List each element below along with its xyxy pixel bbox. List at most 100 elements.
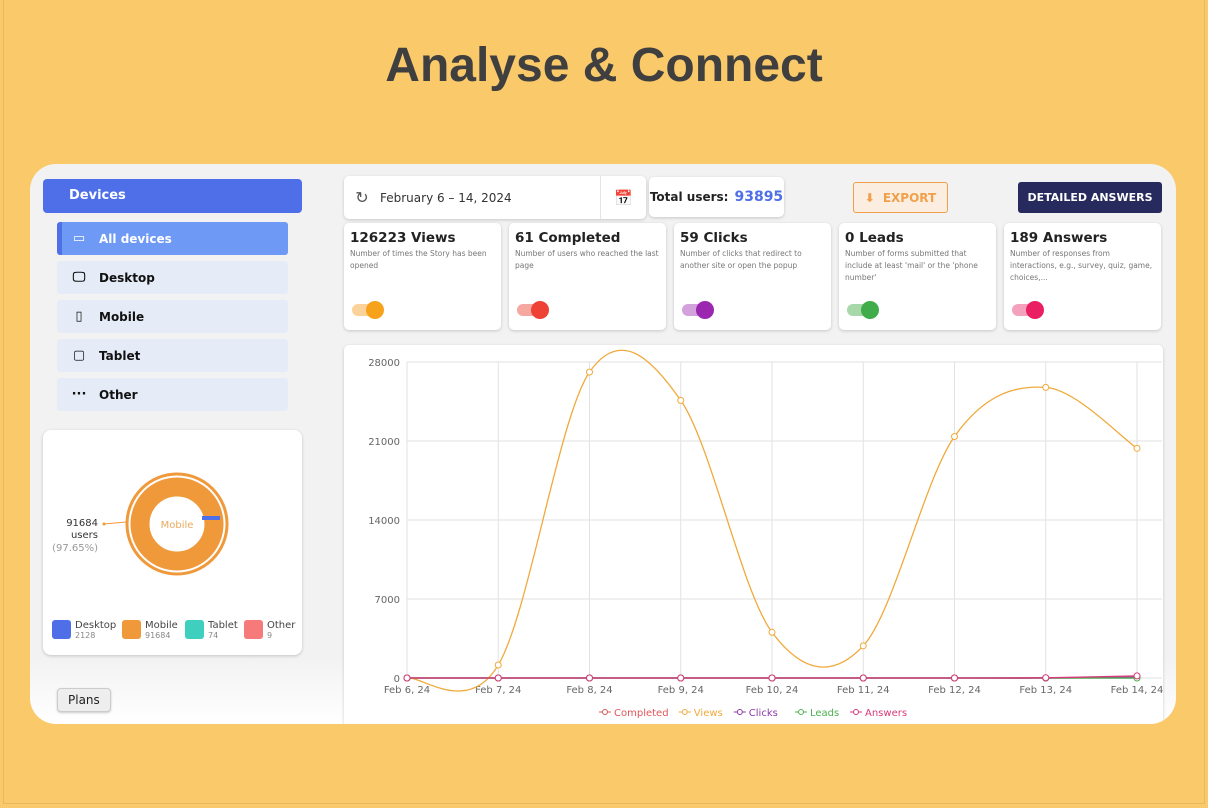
- more-icon: ···: [71, 387, 87, 402]
- device-donut-card: Mobile 91684 users (97.65%) Desktop 2128 …: [43, 430, 302, 655]
- legend-answers: Answers: [865, 708, 907, 719]
- data-point-views: [586, 368, 593, 376]
- legend-leads: Leads: [810, 708, 839, 719]
- metric-card: 126223 Views Number of times the Story ha…: [344, 223, 501, 330]
- data-point-views: [494, 661, 502, 669]
- data-point-answers: [586, 674, 593, 682]
- data-point-views: [768, 628, 776, 636]
- total-users-value: 93895: [734, 189, 784, 205]
- metric-description: Number of clicks that redirect to anothe…: [680, 249, 802, 270]
- metric-card: 0 Leads Number of forms submitted that in…: [839, 223, 996, 330]
- donut-chart: Mobile 91684 users (97.65%): [52, 472, 229, 576]
- legend-tablet[interactable]: Tablet 74: [185, 620, 238, 640]
- legend-swatch: [185, 620, 204, 639]
- legend-swatch: [122, 620, 141, 639]
- donut-slice-desktop[interactable]: [202, 516, 220, 520]
- devices-header: Devices: [43, 179, 302, 213]
- sidebar-item-other[interactable]: ··· Other: [57, 378, 288, 411]
- metric-title: 59 Clicks: [680, 230, 748, 246]
- y-tick-label: 21000: [368, 437, 400, 448]
- toggle-knob: [1026, 301, 1044, 319]
- metric-title: 189 Answers: [1010, 230, 1108, 246]
- download-icon: ⬇: [864, 190, 875, 205]
- metric-description: Number of times the Story has been opene…: [350, 249, 487, 270]
- tablet-icon: ▢: [72, 348, 86, 363]
- metric-toggle[interactable]: [517, 301, 549, 319]
- metric-toggle[interactable]: [1012, 301, 1044, 319]
- date-range-value: February 6 – 14, 2024: [380, 190, 512, 205]
- metric-description: Number of users who reached the last pag…: [515, 249, 659, 270]
- data-point-views: [677, 396, 685, 404]
- data-point-answers: [1042, 674, 1050, 682]
- data-point-answers: [494, 674, 502, 682]
- date-range-picker[interactable]: ↻ February 6 – 14, 2024 📅: [344, 176, 646, 219]
- x-tick-label: Feb 13, 24: [1019, 685, 1072, 696]
- x-tick-label: Feb 8, 24: [566, 685, 612, 696]
- legend-clicks: Clicks: [749, 708, 778, 719]
- devices-icon: ▭: [72, 231, 86, 246]
- metric-description: Number of forms submitted that include a…: [845, 249, 978, 282]
- x-tick-label: Feb 7, 24: [475, 685, 521, 696]
- x-tick-label: Feb 10, 24: [746, 685, 799, 696]
- data-point-answers: [951, 674, 958, 682]
- callout-unit: users: [71, 530, 98, 541]
- data-point-answers: [768, 674, 776, 682]
- x-tick-label: Feb 14, 24: [1111, 685, 1163, 696]
- y-tick-label: 0: [394, 674, 400, 685]
- legend-marker-dot: [736, 709, 743, 715]
- toggle-knob: [696, 301, 714, 319]
- data-point-answers: [859, 674, 867, 682]
- sidebar-item-desktop[interactable]: 🖵 Desktop: [57, 261, 288, 294]
- metric-title: 0 Leads: [845, 230, 904, 246]
- chart-card: 0 7000 14000 21000 28000 Feb 6, 24 Feb 7, 24 Fe…: [344, 345, 1163, 724]
- legend-completed: Completed: [614, 708, 669, 719]
- legend-marker-dot: [853, 709, 859, 715]
- desktop-icon: 🖵: [72, 270, 86, 285]
- legend-other[interactable]: Other 9: [244, 620, 295, 640]
- legend-mobile[interactable]: Mobile 91684: [122, 620, 178, 640]
- data-point-views: [1042, 383, 1050, 391]
- callout-dot: [102, 522, 106, 526]
- data-point-answers: [403, 674, 411, 682]
- metric-toggle[interactable]: [847, 301, 879, 319]
- x-tick-label: Feb 12, 24: [928, 685, 981, 696]
- total-users: Total users: 93895: [649, 177, 784, 217]
- data-point-views: [859, 642, 867, 650]
- legend-marker-dot: [602, 709, 608, 715]
- page-title: Analyse & Connect: [385, 39, 823, 92]
- metric-toggle[interactable]: [352, 301, 384, 319]
- toggle-knob: [531, 301, 549, 319]
- export-button[interactable]: ⬇ EXPORT: [853, 182, 948, 213]
- metric-title: 61 Completed: [515, 230, 621, 246]
- metric-description: Number of responses from interactions, e…: [1010, 249, 1153, 282]
- metric-card: 61 Completed Number of users who reached …: [509, 223, 666, 330]
- line-chart: 0 7000 14000 21000 28000 Feb 6, 24 Feb 7, 24 Fe…: [368, 349, 1163, 719]
- detailed-answers-button[interactable]: DETAILED ANSWERS: [1018, 182, 1162, 213]
- sidebar-item-mobile[interactable]: ▯ Mobile: [57, 300, 288, 333]
- data-point-views: [1133, 444, 1141, 452]
- y-tick-label: 14000: [368, 516, 400, 527]
- sidebar-item-tablet[interactable]: ▢ Tablet: [57, 339, 288, 372]
- sidebar-item-all-devices[interactable]: ▭ All devices: [57, 222, 288, 255]
- refresh-icon[interactable]: ↻: [344, 188, 380, 207]
- donut-center-label: Mobile: [161, 520, 194, 531]
- x-tick-label: Feb 9, 24: [658, 685, 704, 696]
- x-tick-label: Feb 6, 24: [384, 685, 430, 696]
- metric-card: 59 Clicks Number of clicks that redirect …: [674, 223, 831, 330]
- legend-swatch: [52, 620, 71, 639]
- metric-card: 189 Answers Number of responses from inte…: [1004, 223, 1161, 330]
- data-point-views: [951, 432, 958, 440]
- legend-views: Views: [694, 708, 723, 719]
- calendar-icon[interactable]: 📅: [600, 176, 646, 219]
- callout-line: [103, 521, 127, 525]
- y-tick-label: 7000: [375, 595, 400, 606]
- legend-desktop[interactable]: Desktop 2128: [52, 620, 116, 640]
- data-point-answers: [1133, 672, 1141, 680]
- toggle-knob: [861, 301, 879, 319]
- toggle-knob: [366, 301, 384, 319]
- callout-percent: (97.65%): [52, 543, 98, 554]
- y-tick-label: 28000: [368, 358, 400, 369]
- mobile-icon: ▯: [75, 309, 83, 324]
- metric-toggle[interactable]: [682, 301, 714, 319]
- data-point-answers: [677, 674, 685, 682]
